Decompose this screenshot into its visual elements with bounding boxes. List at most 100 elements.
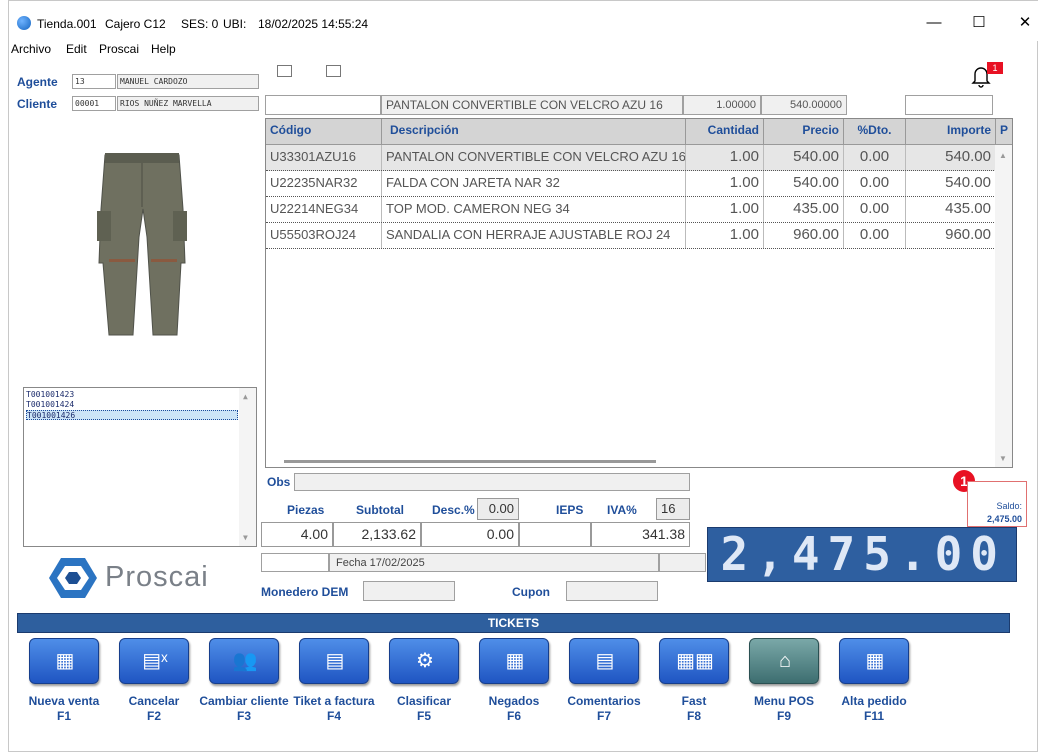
pos-window: Tienda.001 Cajero C12 SES: 0 UBI: 18/02/… — [8, 0, 1039, 752]
new-order-button[interactable]: ▦ — [839, 638, 909, 684]
cancel-button[interactable]: ▤ˣ — [119, 638, 189, 684]
button-label: Nueva venta — [28, 694, 100, 708]
col-cantidad[interactable]: Cantidad — [686, 119, 764, 145]
option-checkbox-1[interactable] — [277, 65, 292, 77]
denied-button[interactable]: ▦ — [479, 638, 549, 684]
discount-percent[interactable]: 0.00 — [477, 498, 519, 520]
menu-pos-button[interactable]: ⌂ — [749, 638, 819, 684]
fast-button[interactable]: ▦▦ — [659, 638, 729, 684]
scroll-down-arrow-icon[interactable]: ▼ — [999, 454, 1007, 463]
row-description: TOP MOD. CAMERON NEG 34 — [382, 197, 686, 222]
fast-icon: ▦▦ — [676, 650, 714, 672]
menu-archivo[interactable]: Archivo — [11, 42, 51, 56]
scroll-down-arrow-icon[interactable]: ▼ — [243, 533, 248, 542]
button-label: Cancelar — [128, 694, 180, 708]
product-image — [91, 149, 193, 341]
classify-label: Clasificar F5 — [378, 694, 470, 724]
col-descripcion[interactable]: Descripción — [382, 119, 686, 145]
grid-header: Código Descripción Cantidad Precio %Dto.… — [266, 119, 1012, 145]
entry-extra-input[interactable] — [905, 95, 993, 115]
date-prefix-field[interactable] — [261, 553, 329, 572]
balance-box: Saldo: 2,475.00 — [967, 481, 1027, 527]
button-label: Menu POS — [753, 694, 814, 708]
row-discount: 0.00 — [844, 171, 906, 196]
date-field: Fecha 17/02/2025 — [329, 553, 659, 572]
proscai-logo-icon — [47, 556, 99, 600]
minimize-button[interactable]: — — [914, 11, 954, 35]
list-item[interactable]: T001001424 — [26, 400, 74, 410]
button-label: Tiket a factura — [293, 694, 375, 708]
col-precio[interactable]: Precio — [764, 119, 844, 145]
col-descuento[interactable]: %Dto. — [844, 119, 906, 145]
table-row[interactable]: U33301AZU16 PANTALON CONVERTIBLE CON VEL… — [266, 145, 996, 171]
option-checkbox-2[interactable] — [326, 65, 341, 77]
client-code-field[interactable]: 00001 — [72, 96, 116, 111]
cashier-name: Cajero C12 — [105, 17, 166, 31]
tickets-scrollbar[interactable]: ▲ ▼ — [239, 388, 256, 546]
code-entry-input[interactable] — [265, 95, 381, 115]
users-icon: 👥 — [232, 650, 258, 672]
coupon-field[interactable] — [566, 581, 658, 601]
app-globe-icon — [17, 16, 31, 30]
entry-quantity: 1.00000 — [683, 95, 761, 115]
ieps-label: IEPS — [556, 503, 584, 517]
new-sale-button[interactable]: ▦ — [29, 638, 99, 684]
scroll-up-arrow-icon[interactable]: ▲ — [243, 392, 248, 401]
col-codigo[interactable]: Código — [266, 119, 382, 145]
button-label: Fast — [681, 694, 707, 708]
menu-proscai[interactable]: Proscai — [99, 42, 139, 56]
button-label: Alta pedido — [841, 694, 907, 708]
balance-label: Saldo: — [996, 501, 1022, 511]
button-label: Cambiar cliente — [199, 694, 289, 708]
iva-percent[interactable]: 16 — [656, 498, 690, 520]
grid-vertical-scrollbar[interactable]: ▲ ▼ — [995, 145, 1012, 467]
menu-help[interactable]: Help — [151, 42, 176, 56]
button-key: F8 — [686, 709, 701, 723]
notification-count-badge: 1 — [987, 62, 1003, 74]
wallet-label: Monedero DEM — [261, 585, 349, 599]
iva-label: IVA% — [607, 503, 637, 517]
scroll-up-arrow-icon[interactable]: ▲ — [999, 151, 1007, 160]
subtotal-value: 2,133.62 — [333, 522, 421, 547]
classify-button[interactable]: ⚙ — [389, 638, 459, 684]
obs-label: Obs — [267, 475, 291, 489]
col-importe[interactable]: Importe — [906, 119, 996, 145]
button-key: F6 — [506, 709, 521, 723]
close-button[interactable]: ✕ — [1005, 11, 1042, 35]
table-row[interactable]: U55503ROJ24 SANDALIA CON HERRAJE AJUSTAB… — [266, 223, 996, 249]
table-row[interactable]: U22214NEG34 TOP MOD. CAMERON NEG 34 1.00… — [266, 197, 996, 223]
button-key: F5 — [416, 709, 431, 723]
denied-label: Negados F6 — [468, 694, 560, 724]
row-quantity: 1.00 — [686, 145, 764, 170]
row-code: U22214NEG34 — [266, 197, 382, 222]
tickets-list: T001001423 T001001424 T001001426 ▲ ▼ — [23, 387, 257, 547]
pieces-label: Piezas — [287, 503, 325, 517]
tickets-section-bar: TICKETS — [17, 613, 1010, 633]
row-code: U33301AZU16 — [266, 145, 382, 170]
grid-horizontal-scrollbar[interactable] — [284, 460, 656, 463]
row-quantity: 1.00 — [686, 171, 764, 196]
list-item-selected[interactable]: T001001426 — [26, 410, 238, 420]
store-name: Tienda.001 — [37, 17, 97, 31]
maximize-button[interactable]: ☐ — [959, 11, 999, 35]
new-sale-icon: ▦ — [55, 650, 75, 672]
grid-icon: ▦ — [505, 650, 525, 672]
menu-edit[interactable]: Edit — [66, 42, 87, 56]
row-quantity: 1.00 — [686, 197, 764, 222]
table-row[interactable]: U22235NAR32 FALDA CON JARETA NAR 32 1.00… — [266, 171, 996, 197]
change-client-button[interactable]: 👥 — [209, 638, 279, 684]
obs-field[interactable] — [294, 473, 690, 491]
col-p[interactable]: P — [996, 119, 1012, 145]
wallet-field[interactable] — [363, 581, 455, 601]
list-item[interactable]: T001001423 — [26, 390, 74, 400]
menu-bar: Archivo Edit Proscai Help — [9, 41, 1039, 59]
ticket-to-invoice-button[interactable]: ▤ — [299, 638, 369, 684]
agent-code-field[interactable]: 13 — [72, 74, 116, 89]
comments-button[interactable]: ▤ — [569, 638, 639, 684]
new-order-label: Alta pedido F11 — [828, 694, 920, 724]
button-key: F2 — [146, 709, 161, 723]
row-price: 540.00 — [764, 171, 844, 196]
entry-description: PANTALON CONVERTIBLE CON VELCRO AZU 16 — [381, 95, 683, 115]
subtotal-label: Subtotal — [356, 503, 404, 517]
invoice-icon: ▤ — [325, 650, 345, 672]
